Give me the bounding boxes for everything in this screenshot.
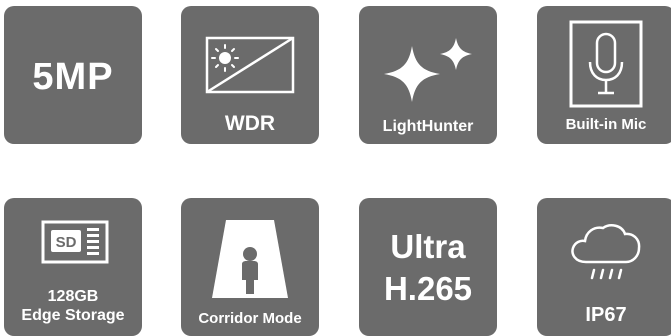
feature-label-line1: 128GB	[47, 288, 99, 305]
rain-cloud-icon	[571, 224, 641, 280]
microphone-icon	[569, 20, 643, 108]
feature-tile-wdr: WDR	[181, 6, 319, 144]
feature-tile-h265: Ultra H.265	[359, 198, 497, 336]
feature-label-line2: H.265	[383, 270, 473, 307]
feature-label: IP67	[585, 304, 627, 326]
feature-label: LightHunter	[382, 118, 474, 135]
feature-label-line1: Ultra	[390, 228, 466, 265]
feature-label: WDR	[224, 112, 276, 135]
sparkle-stars-icon	[384, 38, 472, 102]
feature-label: Corridor Mode	[198, 310, 302, 327]
sd-card-icon: SD	[41, 220, 109, 264]
corridor-person-icon	[212, 220, 288, 298]
feature-tile-corridor: Corridor Mode	[181, 198, 319, 336]
feature-label: 5MP	[32, 56, 114, 98]
feature-label: Built-in Mic	[565, 116, 647, 133]
feature-tile-ip67: IP67	[537, 198, 671, 336]
feature-tile-storage: SD 128GB Edge Storage	[4, 198, 142, 336]
feature-tile-mic: Built-in Mic	[537, 6, 671, 144]
feature-tile-lighthunter: LightHunter	[359, 6, 497, 144]
feature-tile-5mp: 5MP	[4, 6, 142, 144]
wdr-sun-icon	[205, 36, 295, 94]
feature-label-line2: Edge Storage	[21, 307, 125, 324]
sd-card-label: SD	[56, 234, 77, 251]
